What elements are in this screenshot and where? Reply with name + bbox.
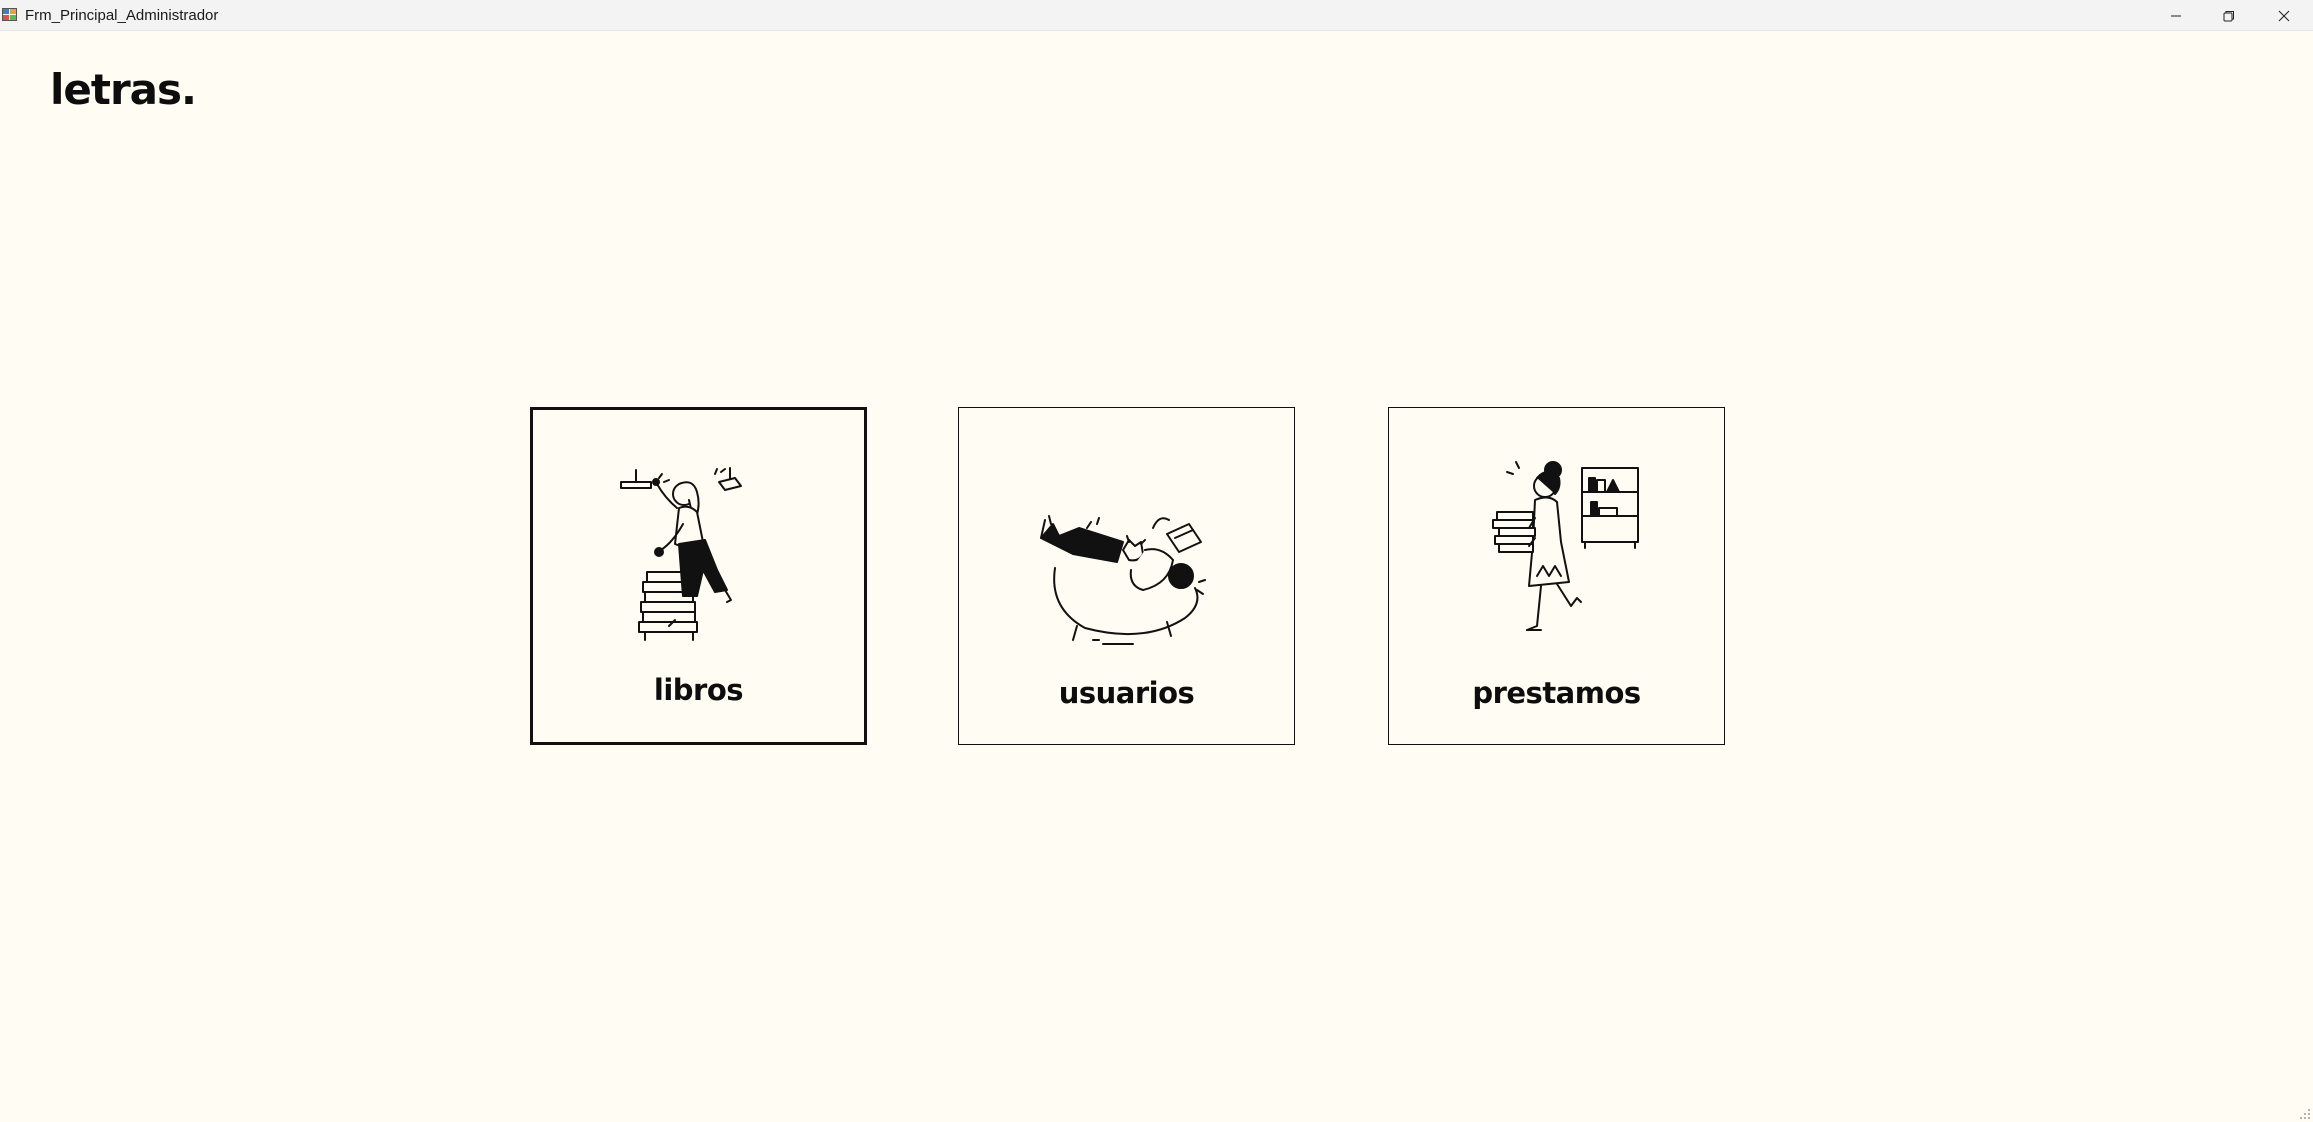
app-icon	[2, 7, 18, 23]
restore-button[interactable]	[2203, 0, 2255, 31]
prestamos-card[interactable]: prestamos	[1388, 407, 1725, 745]
main-window: Frm_Principal_Administrador letras. libr…	[0, 0, 2313, 1122]
people-reading-on-sofa-illustration	[1039, 515, 1206, 645]
usuarios-card[interactable]: usuarios	[958, 407, 1295, 745]
close-icon	[2278, 10, 2290, 21]
libros-card[interactable]: libros	[530, 407, 867, 745]
window-title: Frm_Principal_Administrador	[25, 7, 219, 24]
minimize-button[interactable]	[2150, 0, 2202, 31]
restore-icon	[2223, 10, 2234, 21]
minimize-icon	[2171, 15, 2181, 16]
libros-label: libros	[653, 673, 744, 707]
usuarios-label: usuarios	[1058, 676, 1195, 710]
app-logo: letras.	[50, 65, 197, 114]
prestamos-label: prestamos	[1472, 676, 1641, 710]
woman-carrying-books-illustration	[1491, 461, 1639, 631]
title-bar[interactable]: Frm_Principal_Administrador	[0, 0, 2313, 31]
close-button[interactable]	[2258, 0, 2310, 31]
resize-grip-icon[interactable]	[2299, 1108, 2311, 1120]
person-stacking-books-illustration	[619, 467, 742, 641]
